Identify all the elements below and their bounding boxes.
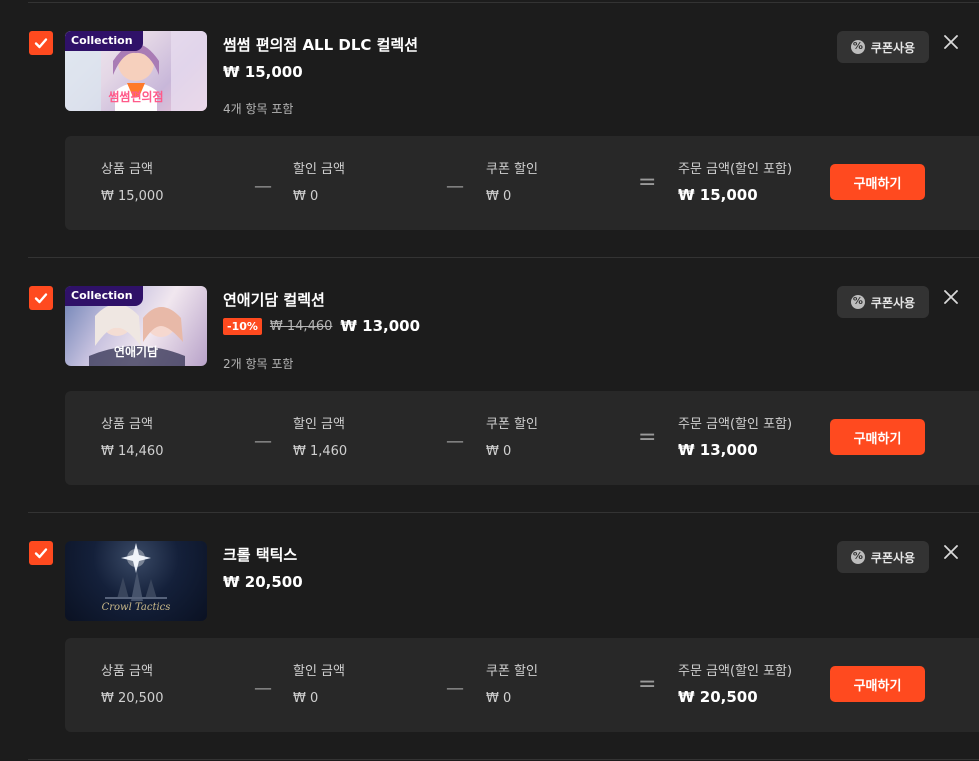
use-coupon-button[interactable]: % 쿠폰사용 — [837, 286, 929, 318]
order-total-value: ₩ 20,500 — [678, 688, 758, 706]
price: ₩ 13,000 — [340, 317, 421, 335]
close-icon — [944, 290, 958, 304]
divider — [28, 759, 979, 760]
check-icon — [34, 548, 48, 559]
order-summary: 상품 금액 ₩ 14,460 — 할인 금액 ₩ 1,460 — 쿠폰 할인 ₩… — [65, 391, 979, 485]
coupon-icon: % — [850, 40, 865, 54]
thumbnail-caption: 연애기담 — [113, 345, 159, 359]
minus-sign: — — [446, 176, 464, 197]
product-amount-label: 상품 금액 — [101, 664, 153, 679]
original-price: ₩ 14,460 — [269, 318, 333, 334]
minus-sign: — — [254, 431, 272, 452]
discount-amount: 할인 금액 ₩ 0 — [293, 158, 345, 204]
price-row: ₩ 15,000 — [223, 63, 303, 81]
coupon-discount-label: 쿠폰 할인 — [486, 162, 538, 177]
price-row: ₩ 20,500 — [223, 573, 303, 591]
discount-amount: 할인 금액 ₩ 0 — [293, 660, 345, 706]
divider — [28, 512, 979, 513]
order-total-label: 주문 금액(할인 포함) — [678, 162, 793, 177]
discount-amount: 할인 금액 ₩ 1,460 — [293, 413, 347, 459]
item-checkbox[interactable] — [29, 286, 53, 310]
order-total-label: 주문 금액(할인 포함) — [678, 417, 793, 432]
order-total: 주문 금액(할인 포함) ₩ 20,500 — [678, 660, 792, 706]
order-total: 주문 금액(할인 포함) ₩ 15,000 — [678, 158, 792, 204]
coupon-button-label: 쿠폰사용 — [870, 295, 916, 310]
item-checkbox[interactable] — [29, 541, 53, 565]
product-amount: 상품 금액 ₩ 20,500 — [101, 660, 163, 706]
coupon-discount-value: ₩ 0 — [486, 189, 512, 204]
discount-amount-value: ₩ 1,460 — [293, 444, 348, 459]
included-count: 4개 항목 포함 — [223, 102, 294, 116]
buy-button[interactable]: 구매하기 — [830, 666, 925, 702]
product-amount-value: ₩ 14,460 — [101, 444, 164, 459]
coupon-button-label: 쿠폰사용 — [870, 550, 916, 565]
discount-amount-value: ₩ 0 — [293, 189, 319, 204]
coupon-discount-value: ₩ 0 — [486, 444, 512, 459]
collection-tag: Collection — [65, 286, 143, 306]
product-title[interactable]: 크롤 택틱스 — [223, 544, 297, 565]
close-icon — [944, 35, 958, 49]
divider — [28, 2, 979, 3]
order-total-value: ₩ 13,000 — [678, 441, 758, 459]
coupon-icon: % — [850, 550, 865, 564]
product-amount: 상품 금액 ₩ 15,000 — [101, 158, 163, 204]
buy-button[interactable]: 구매하기 — [830, 419, 925, 455]
equals-sign: = — [638, 672, 657, 697]
equals-sign: = — [638, 425, 657, 450]
order-summary: 상품 금액 ₩ 20,500 — 할인 금액 ₩ 0 — 쿠폰 할인 ₩ 0 =… — [65, 638, 979, 732]
minus-sign: — — [254, 678, 272, 699]
minus-sign: — — [446, 431, 464, 452]
product-thumbnail[interactable]: Collection 연애기담 — [65, 286, 207, 366]
use-coupon-button[interactable]: % 쿠폰사용 — [837, 541, 929, 573]
remove-item-button[interactable] — [940, 31, 962, 53]
discount-amount-label: 할인 금액 — [293, 664, 345, 679]
minus-sign: — — [254, 176, 272, 197]
minus-sign: — — [446, 678, 464, 699]
product-thumbnail[interactable]: Crowl Tactics — [65, 541, 207, 621]
product-amount-label: 상품 금액 — [101, 417, 153, 432]
product-title[interactable]: 썸썸 편의점 ALL DLC 컬렉션 — [223, 34, 418, 55]
coupon-icon: % — [850, 295, 865, 309]
discount-amount-value: ₩ 0 — [293, 691, 319, 706]
remove-item-button[interactable] — [940, 541, 962, 563]
buy-button[interactable]: 구매하기 — [830, 164, 925, 200]
order-total: 주문 금액(할인 포함) ₩ 13,000 — [678, 413, 792, 459]
price: ₩ 20,500 — [223, 573, 303, 591]
close-icon — [944, 545, 958, 559]
product-amount-value: ₩ 20,500 — [101, 691, 164, 706]
check-icon — [34, 293, 48, 304]
discount-amount-label: 할인 금액 — [293, 162, 345, 177]
collection-tag: Collection — [65, 31, 143, 51]
thumbnail-caption: Crowl Tactics — [101, 602, 171, 613]
coupon-discount-label: 쿠폰 할인 — [486, 417, 538, 432]
coupon-button-label: 쿠폰사용 — [870, 40, 916, 55]
use-coupon-button[interactable]: % 쿠폰사용 — [837, 31, 929, 63]
discount-amount-label: 할인 금액 — [293, 417, 345, 432]
order-total-label: 주문 금액(할인 포함) — [678, 664, 793, 679]
product-title[interactable]: 연애기담 컬렉션 — [223, 289, 325, 310]
coupon-discount-value: ₩ 0 — [486, 691, 512, 706]
equals-sign: = — [638, 170, 657, 195]
coupon-discount: 쿠폰 할인 ₩ 0 — [486, 660, 538, 706]
coupon-discount: 쿠폰 할인 ₩ 0 — [486, 413, 538, 459]
product-thumbnail[interactable]: Collection 썸썸편의점 — [65, 31, 207, 111]
item-checkbox[interactable] — [29, 31, 53, 55]
price: ₩ 15,000 — [223, 63, 303, 81]
check-icon — [34, 38, 48, 49]
discount-badge: -10% — [223, 317, 262, 335]
order-total-value: ₩ 15,000 — [678, 186, 758, 204]
included-count: 2개 항목 포함 — [223, 357, 294, 371]
divider — [28, 257, 979, 258]
cart-page: Collection 썸썸편의점 썸썸 편의점 ALL DLC 컬렉션 ₩ 15… — [0, 0, 979, 761]
order-summary: 상품 금액 ₩ 15,000 — 할인 금액 ₩ 0 — 쿠폰 할인 ₩ 0 =… — [65, 136, 979, 230]
coupon-discount-label: 쿠폰 할인 — [486, 664, 538, 679]
remove-item-button[interactable] — [940, 286, 962, 308]
product-amount: 상품 금액 ₩ 14,460 — [101, 413, 163, 459]
coupon-discount: 쿠폰 할인 ₩ 0 — [486, 158, 538, 204]
thumbnail-caption: 썸썸편의점 — [108, 90, 164, 104]
price-row: -10% ₩ 14,460 ₩ 13,000 — [223, 317, 420, 335]
product-amount-value: ₩ 15,000 — [101, 189, 164, 204]
product-amount-label: 상품 금액 — [101, 162, 153, 177]
